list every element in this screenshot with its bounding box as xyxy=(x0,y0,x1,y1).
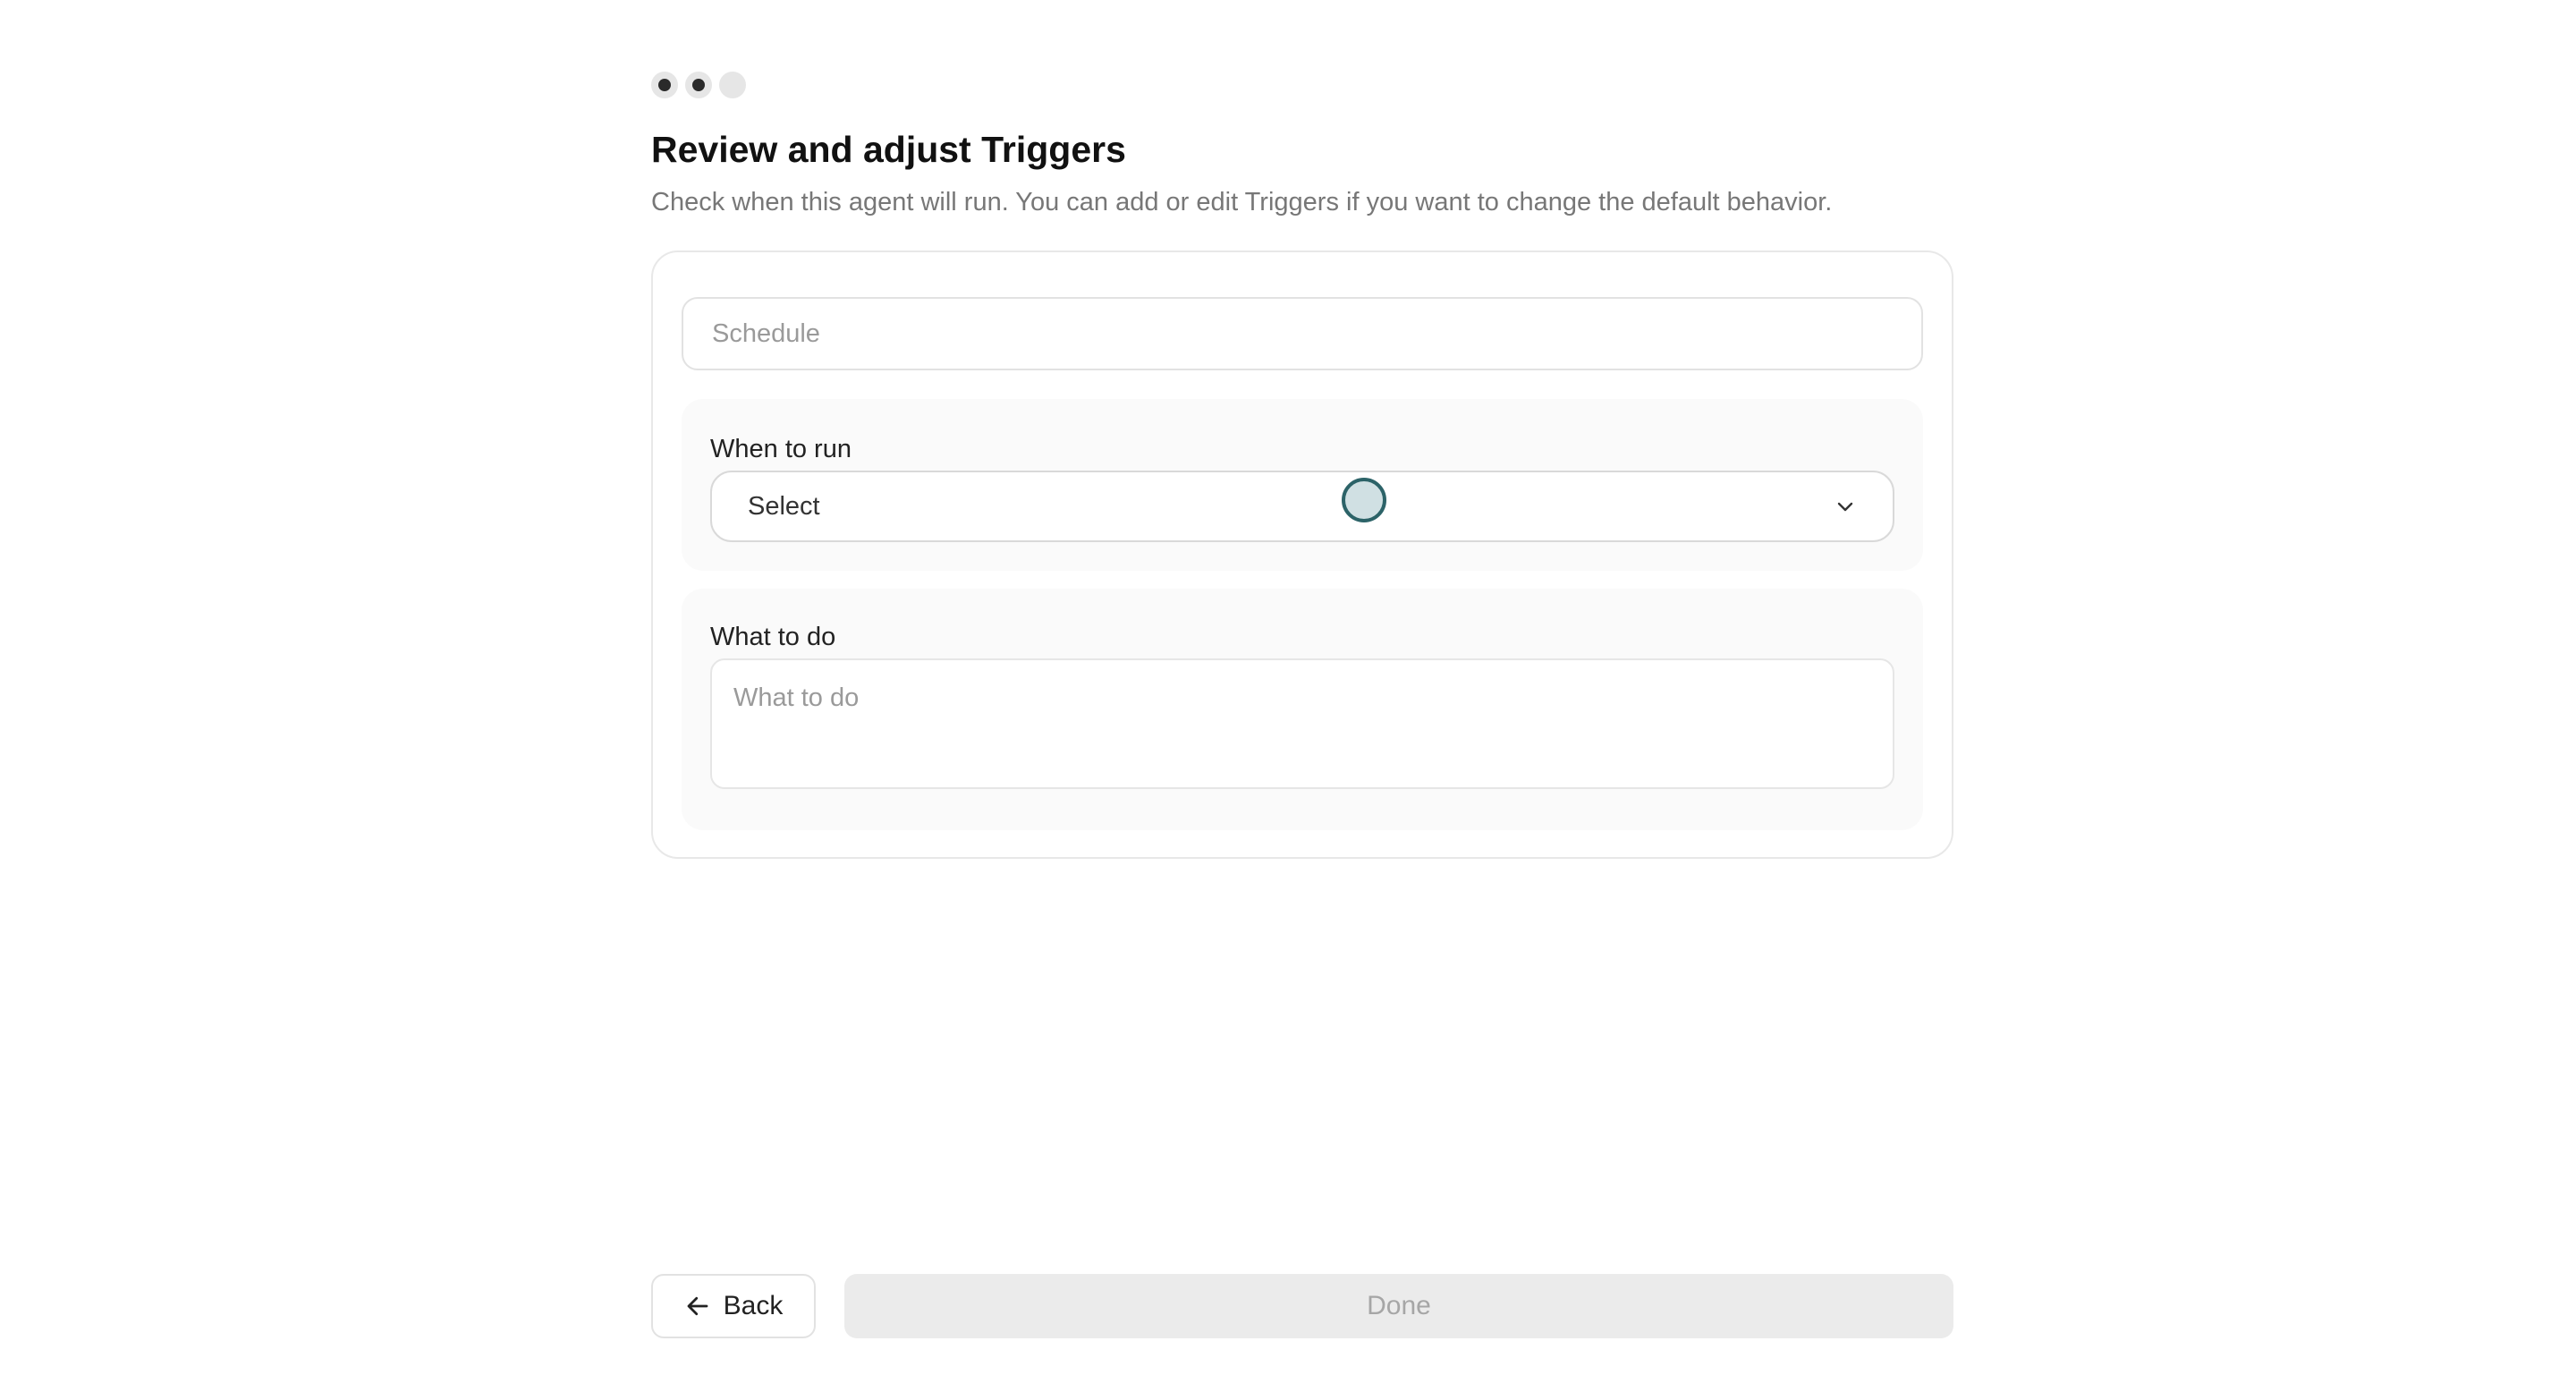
step-dot-2 xyxy=(685,72,712,98)
arrow-left-icon xyxy=(684,1293,711,1320)
when-to-run-value: Select xyxy=(748,491,820,521)
when-to-run-select[interactable]: Select xyxy=(710,471,1894,542)
done-button-label: Done xyxy=(1367,1291,1431,1320)
footer-actions: Back Done xyxy=(651,1274,1953,1338)
what-to-do-section: What to do xyxy=(682,589,1923,830)
step-indicator xyxy=(651,72,746,98)
what-to-do-textarea[interactable] xyxy=(710,658,1894,789)
trigger-card: When to run Select What to do xyxy=(651,250,1953,859)
when-to-run-section: When to run Select xyxy=(682,399,1923,571)
page-title: Review and adjust Triggers xyxy=(651,129,1126,170)
done-button[interactable]: Done xyxy=(844,1274,1953,1338)
page-subtitle: Check when this agent will run. You can … xyxy=(651,188,1833,216)
back-button-label: Back xyxy=(723,1291,784,1320)
when-to-run-label: When to run xyxy=(710,435,852,463)
back-button[interactable]: Back xyxy=(651,1274,816,1338)
trigger-name-input[interactable] xyxy=(682,297,1923,370)
step-dot-3 xyxy=(719,72,746,98)
step-dot-1 xyxy=(651,72,678,98)
chevron-down-icon xyxy=(1834,495,1857,518)
page: Review and adjust Triggers Check when th… xyxy=(0,0,2576,1392)
what-to-do-label: What to do xyxy=(710,623,836,651)
